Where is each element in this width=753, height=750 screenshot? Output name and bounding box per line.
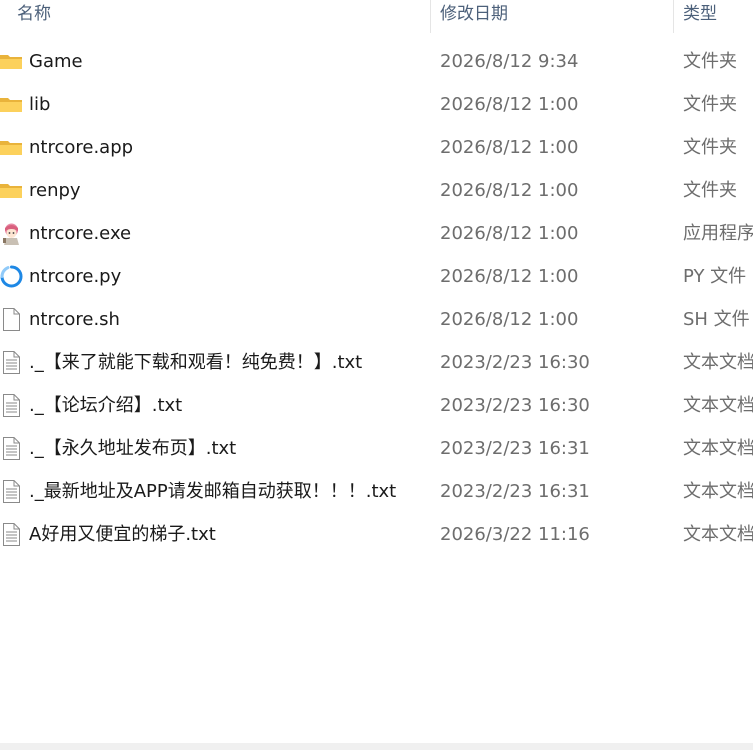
file-date: 2026/8/12 1:00	[440, 309, 579, 330]
folder-icon	[0, 179, 23, 202]
file-row[interactable]: lib 2026/8/12 1:00 文件夹	[0, 83, 753, 126]
file-type: 文本文档	[683, 481, 753, 502]
file-name: renpy	[29, 180, 81, 201]
file-row[interactable]: ._【永久地址发布页】.txt 2023/2/23 16:31 文本文档	[0, 427, 753, 470]
file-type: 文件夹	[683, 137, 737, 158]
file-date: 2026/8/12 1:00	[440, 223, 579, 244]
file-row[interactable]: Game 2026/8/12 9:34 文件夹	[0, 40, 753, 83]
file-name: ._【永久地址发布页】.txt	[29, 438, 237, 459]
column-header-date[interactable]: 修改日期	[440, 0, 508, 30]
file-row[interactable]: ntrcore.py 2026/8/12 1:00 PY 文件	[0, 255, 753, 298]
file-name: ._最新地址及APP请发邮箱自动获取！！！.txt	[29, 481, 397, 502]
file-row[interactable]: ._最新地址及APP请发邮箱自动获取！！！.txt 2023/2/23 16:3…	[0, 470, 753, 513]
text-file-icon	[0, 523, 23, 546]
python-file-icon	[0, 265, 23, 288]
file-date: 2023/2/23 16:30	[440, 352, 590, 373]
file-name: ._【论坛介绍】.txt	[29, 395, 183, 416]
column-header: 名称 修改日期 类型	[0, 0, 753, 33]
folder-icon	[0, 50, 23, 73]
file-type: PY 文件	[683, 266, 747, 287]
text-file-icon	[0, 437, 23, 460]
file-name: Game	[29, 51, 83, 72]
file-type: 应用程序	[683, 223, 753, 244]
file-explorer: 名称 修改日期 类型 Game 2026/8/12 9:34 文件夹 lib 2…	[0, 0, 753, 750]
file-date: 2023/2/23 16:31	[440, 481, 590, 502]
file-name: ntrcore.app	[29, 137, 134, 158]
file-type: 文本文档	[683, 438, 753, 459]
horizontal-scrollbar[interactable]	[0, 743, 753, 750]
file-name: ntrcore.exe	[29, 223, 132, 244]
file-date: 2026/8/12 1:00	[440, 180, 579, 201]
folder-icon	[0, 136, 23, 159]
file-date: 2023/2/23 16:30	[440, 395, 590, 416]
text-file-icon	[0, 480, 23, 503]
file-type: 文本文档	[683, 395, 753, 416]
file-name: ._【来了就能下载和观看！纯免费！】.txt	[29, 352, 363, 373]
file-type: 文本文档	[683, 352, 753, 373]
file-row[interactable]: ntrcore.sh 2026/8/12 1:00 SH 文件	[0, 298, 753, 341]
file-date: 2026/8/12 1:00	[440, 94, 579, 115]
file-name: A好用又便宜的梯子.txt	[29, 524, 216, 545]
file-date: 2026/8/12 1:00	[440, 137, 579, 158]
file-date: 2026/3/22 11:16	[440, 524, 590, 545]
column-header-name[interactable]: 名称	[17, 0, 51, 30]
file-type: 文本文档	[683, 524, 753, 545]
file-row[interactable]: ._【论坛介绍】.txt 2023/2/23 16:30 文本文档	[0, 384, 753, 427]
text-file-icon	[0, 394, 23, 417]
file-date: 2023/2/23 16:31	[440, 438, 590, 459]
file-type: 文件夹	[683, 180, 737, 201]
file-date: 2026/8/12 1:00	[440, 266, 579, 287]
file-type: 文件夹	[683, 94, 737, 115]
column-header-type[interactable]: 类型	[683, 0, 717, 30]
file-row[interactable]: renpy 2026/8/12 1:00 文件夹	[0, 169, 753, 212]
app-character-icon	[0, 222, 23, 245]
file-name: ntrcore.sh	[29, 309, 120, 330]
folder-icon	[0, 93, 23, 116]
file-type: SH 文件	[683, 309, 750, 330]
file-type: 文件夹	[683, 51, 737, 72]
text-file-icon	[0, 351, 23, 374]
file-row[interactable]: A好用又便宜的梯子.txt 2026/3/22 11:16 文本文档	[0, 513, 753, 556]
file-row[interactable]: ntrcore.exe 2026/8/12 1:00 应用程序	[0, 212, 753, 255]
column-divider[interactable]	[430, 0, 431, 33]
file-name: ntrcore.py	[29, 266, 122, 287]
blank-file-icon	[0, 308, 23, 331]
file-row[interactable]: ._【来了就能下载和观看！纯免费！】.txt 2023/2/23 16:30 文…	[0, 341, 753, 384]
file-name: lib	[29, 94, 51, 115]
file-list: Game 2026/8/12 9:34 文件夹 lib 2026/8/12 1:…	[0, 40, 753, 556]
file-row[interactable]: ntrcore.app 2026/8/12 1:00 文件夹	[0, 126, 753, 169]
column-divider[interactable]	[673, 0, 674, 33]
file-date: 2026/8/12 9:34	[440, 51, 579, 72]
